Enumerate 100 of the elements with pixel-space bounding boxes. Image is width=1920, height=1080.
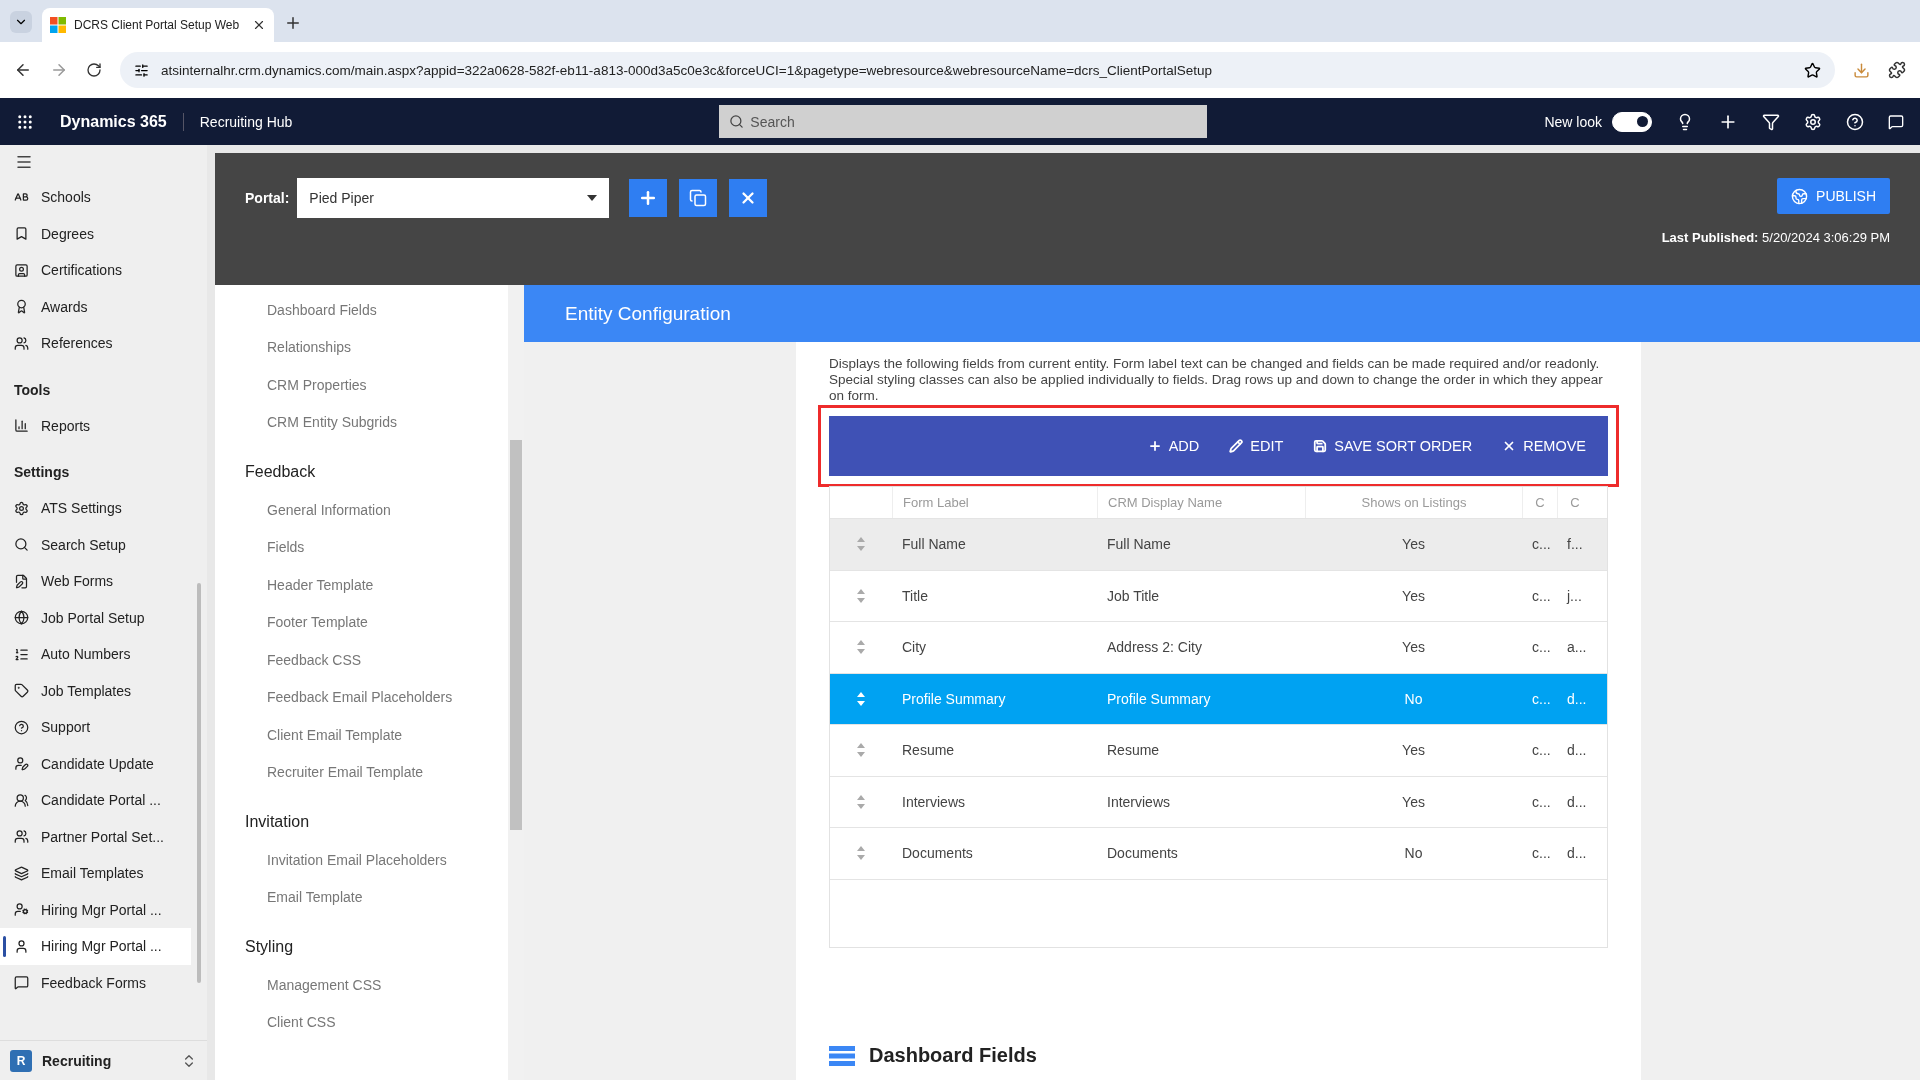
nav-link[interactable]: General Information [215,491,508,529]
sidebar-item[interactable]: Job Templates [0,672,191,709]
sidebar-item[interactable]: Feedback Forms [0,964,191,1001]
address-field[interactable]: atsinternalhr.crm.dynamics.com/main.aspx?appid=322a0628-582f-eb11-a813-000d3a5c0e3c&forceUCI=1&pagetype=webresource&webresourceName=dcrs_ClientPortalSetup [120,52,1835,88]
nav-link[interactable]: Email Template [215,878,508,916]
nav-link[interactable]: Feedback CSS [215,641,508,679]
extensions-icon[interactable] [1888,61,1906,79]
sidebar-item[interactable]: Search Setup [0,526,191,563]
drag-handle-icon[interactable] [857,640,865,655]
settings-icon[interactable] [1804,112,1822,131]
nav-link[interactable]: Fields [215,528,508,566]
new-tab-icon[interactable] [284,14,302,32]
portal-dropdown[interactable]: Pied Piper [297,178,610,218]
table-cell-text: Yes [1401,742,1426,759]
tab-list-button[interactable] [10,11,32,33]
back-icon[interactable] [14,61,32,79]
copy-portal-button[interactable] [679,179,718,217]
table-cell-text: d... [1566,690,1588,707]
nav-link[interactable]: CRM Properties [215,366,508,404]
globe-icon [1791,187,1809,205]
download-icon[interactable] [1853,61,1870,79]
table-cell-text: Yes [1401,587,1426,604]
browser-tab[interactable]: DCRS Client Portal Setup Web [42,8,274,42]
save-button[interactable]: SAVE SORT ORDER [1305,432,1481,460]
search-icon [729,114,745,129]
sidebar-item[interactable]: Support [0,709,191,746]
sidebar-item[interactable]: References [0,325,191,362]
sidebar-item[interactable]: Reports [0,407,191,444]
delete-portal-button[interactable] [729,179,768,217]
bookmark-star-icon[interactable] [1804,61,1821,79]
sidebar-item[interactable]: Schools [0,179,191,216]
new-look-toggle[interactable] [1612,111,1652,132]
forward-icon[interactable] [50,61,68,79]
scrollbar-thumb[interactable] [510,440,522,830]
nav-link[interactable]: Footer Template [215,603,508,641]
table-cell-text: c... [1531,742,1552,759]
sidebar-item[interactable]: Candidate Portal ... [0,782,191,819]
add-button[interactable]: ADD [1139,432,1208,460]
table-row[interactable]: Full Name Full Name Yes c... f... [830,519,1607,571]
nav-link[interactable]: Client CSS [215,1003,508,1041]
drag-handle-icon[interactable] [857,588,865,603]
sidebar-item[interactable]: Awards [0,288,191,325]
nav-link[interactable]: Recruiter Email Template [215,753,508,791]
nav-link[interactable]: Feedback Email Placeholders [215,678,508,716]
reload-icon[interactable] [86,62,102,78]
new-look-label: New look [1544,113,1602,130]
table-cell-text: Job Title [1106,587,1161,604]
nav-link[interactable]: CRM Entity Subgrids [215,403,508,441]
sidebar-item[interactable]: Email Templates [0,855,191,892]
nav-link[interactable]: Relationships [215,328,508,366]
table-cell-text: c... [1531,587,1552,604]
sidebar-item[interactable]: Partner Portal Set... [0,818,191,855]
table-cell-text: d... [1566,793,1588,810]
nav-link[interactable]: Dashboard Fields [215,291,508,329]
sidebar-item[interactable]: Degrees [0,215,191,252]
edit-button[interactable]: EDIT [1221,432,1292,460]
sidebar-item[interactable]: ATS Settings [0,490,191,527]
sidebar-item[interactable]: Hiring Mgr Portal ... [0,928,191,965]
sidebar-item[interactable]: Web Forms [0,563,191,600]
publish-button[interactable]: PUBLISH [1777,178,1890,214]
sidebar-item[interactable]: Certifications [0,252,191,289]
area-switcher[interactable]: R Recruiting [0,1040,207,1080]
table-cell-text: Address 2: City [1106,639,1203,656]
nav-link[interactable]: Client Email Template [215,716,508,754]
table-cell-text: Resume [1106,742,1161,759]
chat-icon [14,975,29,991]
app-name[interactable]: Dynamics 365 [60,112,184,131]
nav-group-title: Invitation [244,812,311,832]
drag-handle-icon[interactable] [857,846,865,861]
help-icon[interactable] [1846,112,1864,131]
drag-handle-icon[interactable] [857,794,865,809]
nav-link[interactable]: Header Template [215,566,508,604]
nav-link[interactable]: Management CSS [215,966,508,1004]
help-icon [14,719,29,735]
sidebar-item[interactable]: Auto Numbers [0,636,191,673]
nav-link[interactable]: Invitation Email Placeholders [215,841,508,879]
sidebar-item[interactable]: Hiring Mgr Portal ... [0,891,191,928]
drag-handle-icon[interactable] [857,691,865,706]
app-launcher-icon[interactable] [16,112,34,131]
area-label: Recruiting [42,1052,113,1069]
search-field[interactable]: Search [719,105,1208,138]
drag-handle-icon[interactable] [857,537,865,552]
group-icon [14,829,29,845]
scrollbar-thumb[interactable] [197,583,201,983]
filter-icon[interactable] [1762,112,1780,131]
add-portal-button[interactable] [629,179,668,217]
drag-handle-icon[interactable] [857,743,865,758]
sidebar-item[interactable]: Candidate Update [0,745,191,782]
plus-icon [1147,439,1162,453]
section-title: Entity Configuration [565,302,731,325]
table-cell-text: c... [1531,536,1552,553]
numbered-list-icon [14,646,29,662]
site-info-icon[interactable] [134,62,149,78]
close-tab-icon[interactable] [252,18,266,32]
last-published-text: Last Published: 5/20/2024 3:06:29 PM [1661,230,1890,245]
sidebar-item[interactable]: Job Portal Setup [0,599,191,636]
bar-chart-icon [14,418,29,434]
chat-icon[interactable] [1888,113,1904,130]
remove-button[interactable]: REMOVE [1494,432,1594,460]
table-cell-text: Yes [1401,639,1426,656]
